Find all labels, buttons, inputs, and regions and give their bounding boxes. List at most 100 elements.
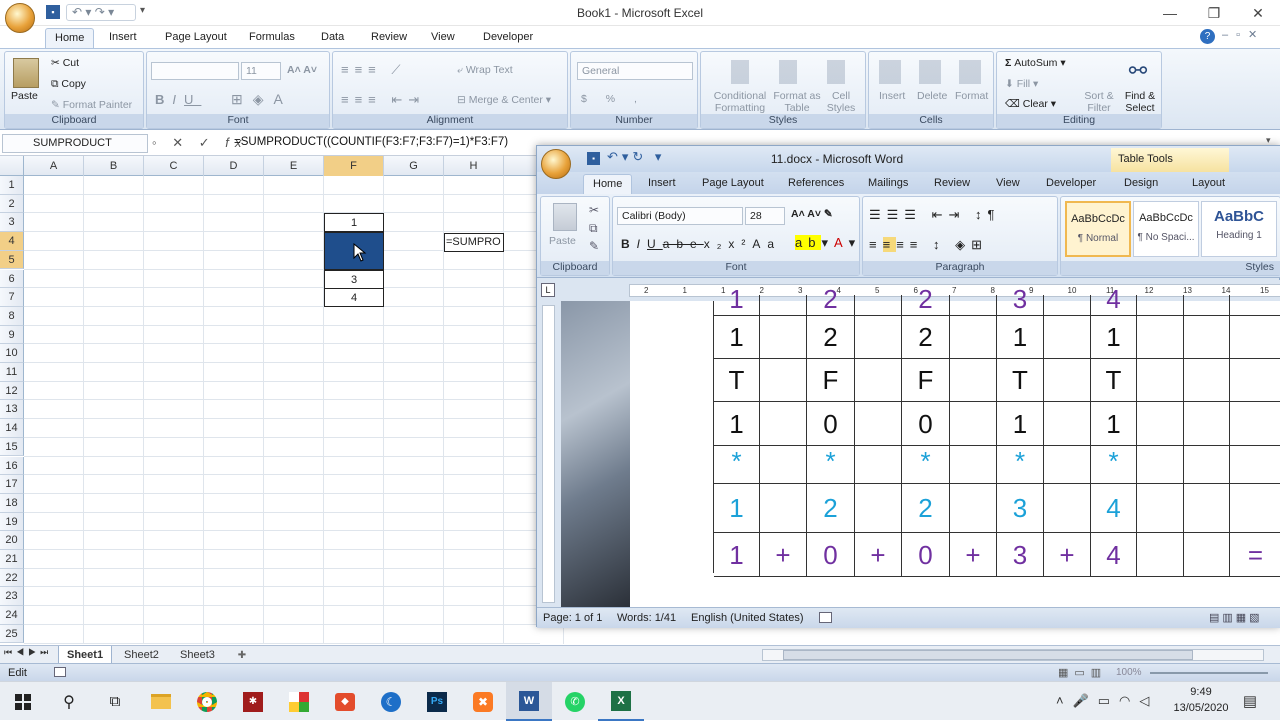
table-cell[interactable] (1184, 484, 1230, 533)
merge-center-button[interactable]: ⊟ Merge & Center ▾ (457, 94, 551, 106)
word-paste-button[interactable]: Paste (549, 235, 576, 247)
column-header[interactable]: H (444, 156, 504, 176)
table-cell[interactable] (760, 484, 807, 533)
style-heading-1[interactable]: AaBbC Heading 1 (1201, 201, 1277, 257)
word-tab-home[interactable]: Home (583, 174, 633, 194)
row-header[interactable]: 5 (0, 250, 24, 270)
insert-cells-button[interactable]: Insert (879, 90, 905, 102)
table-cell[interactable] (950, 295, 997, 316)
horizontal-align-icons[interactable]: ≡≡≡ ⇤⇥ (341, 92, 425, 108)
table-cell[interactable]: 1 (714, 286, 760, 316)
table-cell[interactable] (1137, 484, 1184, 533)
select-all-corner[interactable] (0, 156, 24, 176)
table-cell[interactable] (950, 446, 997, 484)
table-cell[interactable]: 2 (902, 316, 950, 359)
name-box[interactable]: SUMPRODUCT (2, 134, 148, 153)
delete-cells-button[interactable]: Delete (917, 90, 947, 102)
table-cell[interactable]: + (950, 533, 997, 577)
table-cell[interactable]: 2 (902, 484, 950, 533)
bold-italic-underline-icons[interactable]: BIU (155, 92, 201, 107)
table-cell[interactable]: 0 (807, 533, 855, 577)
row-header[interactable]: 21 (0, 550, 24, 569)
table-cell[interactable] (1044, 402, 1091, 446)
row-header[interactable]: 16 (0, 456, 24, 476)
tab-review[interactable]: Review (362, 28, 416, 48)
view-buttons[interactable]: ▦▭▥ (1058, 666, 1107, 679)
row-header[interactable]: 3 (0, 213, 24, 233)
table-cell[interactable] (760, 316, 807, 359)
word-paste-icon[interactable] (553, 203, 577, 231)
table-cell[interactable] (760, 446, 807, 484)
notifications-icon[interactable]: ▤ (1240, 691, 1260, 711)
row-header[interactable]: 8 (0, 306, 24, 326)
table-cell[interactable]: 4 (1091, 286, 1137, 316)
find-select-button[interactable]: Find & Select (1119, 90, 1161, 114)
workbook-window-controls[interactable]: –▫✕ (1222, 28, 1265, 41)
tab-selector-icon[interactable]: L (541, 283, 555, 297)
row-header[interactable]: 4 (0, 232, 24, 251)
table-cell[interactable]: 2 (807, 316, 855, 359)
tab-formulas[interactable]: Formulas (240, 28, 304, 48)
row-header[interactable]: 19 (0, 512, 24, 532)
minimize-icon[interactable]: — (1148, 0, 1192, 26)
row-header[interactable]: 11 (0, 363, 24, 382)
word-table[interactable]: 1 2 2 3 4 1 2 2 1 1 T F F T T 1 0 0 1 1 * * * * * 1 2 2 3 4 1 +0 +0 +3 +4 = (713, 286, 1280, 577)
column-header[interactable]: D (204, 156, 264, 176)
status-page[interactable]: Page: 1 of 1 (543, 612, 602, 624)
table-cell[interactable] (1137, 316, 1184, 359)
tab-view[interactable]: View (422, 28, 464, 48)
cell-H4-editing[interactable]: =SUMPRO (444, 233, 504, 252)
app-icon-blue-moon[interactable]: ☾ (368, 682, 414, 721)
table-cell[interactable]: * (807, 446, 855, 484)
table-cell[interactable]: 3 (997, 286, 1044, 316)
row-header[interactable]: 2 (0, 194, 24, 214)
style-normal[interactable]: AaBbCcDc ¶ Normal (1065, 201, 1131, 257)
excel-taskbar-icon[interactable]: X (598, 682, 644, 721)
word-tab-mailings[interactable]: Mailings (859, 174, 917, 194)
table-cell[interactable]: T (997, 359, 1044, 402)
table-cell[interactable]: + (1044, 533, 1091, 577)
word-office-button[interactable] (541, 149, 571, 179)
status-words[interactable]: Words: 1/41 (617, 612, 676, 624)
zoom-slider[interactable] (1150, 672, 1268, 674)
windows-start-icon[interactable] (0, 682, 46, 721)
row-header[interactable]: 1 (0, 176, 24, 195)
macro-record-icon[interactable] (819, 612, 832, 623)
word-tab-developer[interactable]: Developer (1037, 174, 1105, 194)
row-header[interactable]: 18 (0, 493, 24, 513)
row-header[interactable]: 9 (0, 325, 24, 345)
word-font-name-box[interactable]: Calibri (Body) (617, 207, 743, 225)
row-header[interactable]: 22 (0, 568, 24, 588)
table-cell[interactable]: 0 (902, 402, 950, 446)
table-cell[interactable]: 1 (997, 316, 1044, 359)
row-header[interactable]: 12 (0, 381, 24, 401)
table-cell[interactable] (1044, 295, 1091, 316)
table-cell[interactable]: + (855, 533, 902, 577)
sheet-tab-1[interactable]: Sheet1 (58, 646, 113, 664)
xampp-icon[interactable]: ✖ (460, 682, 506, 721)
word-taskbar-icon[interactable]: W (506, 682, 552, 721)
tab-developer[interactable]: Developer (474, 28, 542, 48)
table-cell[interactable] (1137, 402, 1184, 446)
chrome-icon[interactable] (184, 682, 230, 721)
table-cell[interactable] (1044, 359, 1091, 402)
file-explorer-icon[interactable] (138, 682, 184, 721)
table-cell[interactable] (1137, 295, 1184, 316)
table-cell[interactable] (855, 484, 902, 533)
column-header[interactable]: F (324, 156, 384, 176)
table-cell[interactable] (950, 402, 997, 446)
table-cell[interactable] (855, 295, 902, 316)
paste-icon[interactable] (13, 58, 39, 88)
word-highlight-color-icons[interactable]: ab▾A▾ (795, 235, 861, 251)
tab-page-layout[interactable]: Page Layout (156, 28, 236, 48)
row-header[interactable]: 23 (0, 587, 24, 607)
word-tab-design[interactable]: Design (1115, 174, 1167, 194)
vertical-align-icons[interactable]: ≡≡≡ ⟋ (341, 62, 406, 78)
clear-button[interactable]: ⌫ Clear ▾ (1005, 98, 1056, 110)
close-icon[interactable]: ✕ (1236, 0, 1280, 26)
table-cell[interactable]: * (902, 446, 950, 484)
table-cell[interactable] (950, 359, 997, 402)
word-tab-references[interactable]: References (779, 174, 853, 194)
list-indent-icons[interactable]: ☰☰☰ ⇤⇥ ↕¶ (869, 207, 1000, 223)
table-cell[interactable] (760, 359, 807, 402)
